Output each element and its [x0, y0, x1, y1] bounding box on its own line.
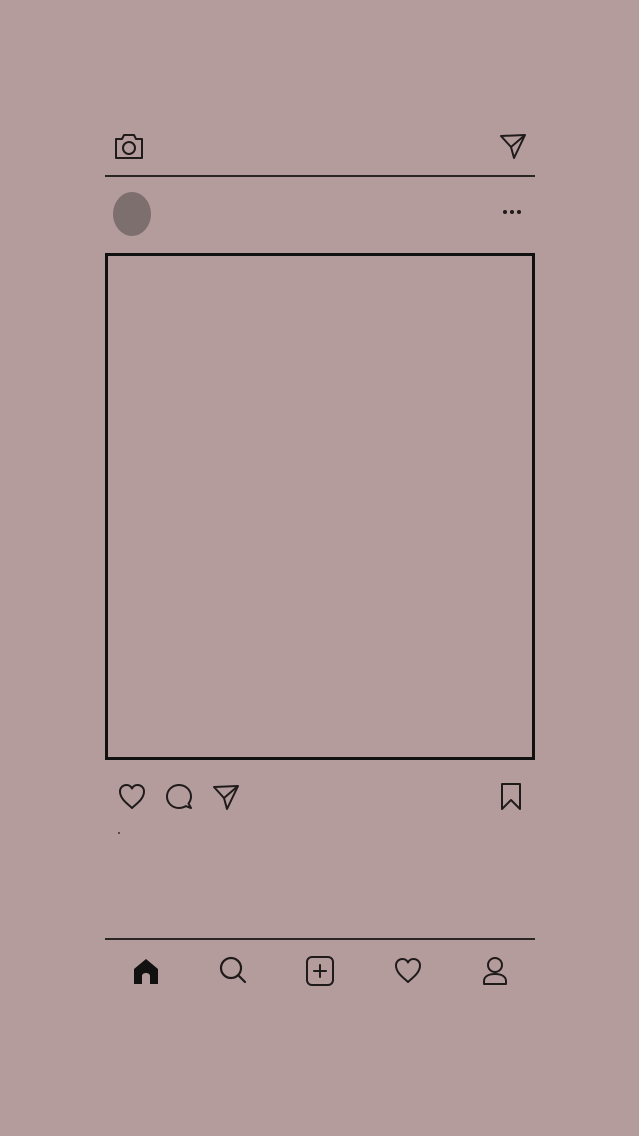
dot — [503, 210, 507, 214]
comment-icon[interactable] — [164, 782, 194, 812]
activity-heart-icon[interactable] — [393, 956, 423, 984]
profile-icon[interactable] — [480, 955, 510, 987]
home-icon[interactable] — [131, 956, 161, 986]
direct-message-icon[interactable] — [498, 131, 528, 161]
add-post-icon[interactable] — [305, 955, 335, 987]
dot — [517, 210, 521, 214]
camera-icon[interactable] — [113, 131, 145, 161]
post-image-frame[interactable] — [105, 253, 535, 760]
send-icon[interactable] — [211, 782, 241, 812]
more-options-icon[interactable] — [503, 210, 521, 214]
top-divider — [105, 175, 535, 177]
bookmark-icon[interactable] — [500, 782, 522, 812]
heart-icon[interactable] — [117, 782, 147, 810]
bottom-divider — [105, 938, 535, 940]
caption-marker — [118, 832, 120, 834]
search-icon[interactable] — [218, 955, 248, 985]
dot — [510, 210, 514, 214]
avatar[interactable] — [113, 192, 151, 236]
